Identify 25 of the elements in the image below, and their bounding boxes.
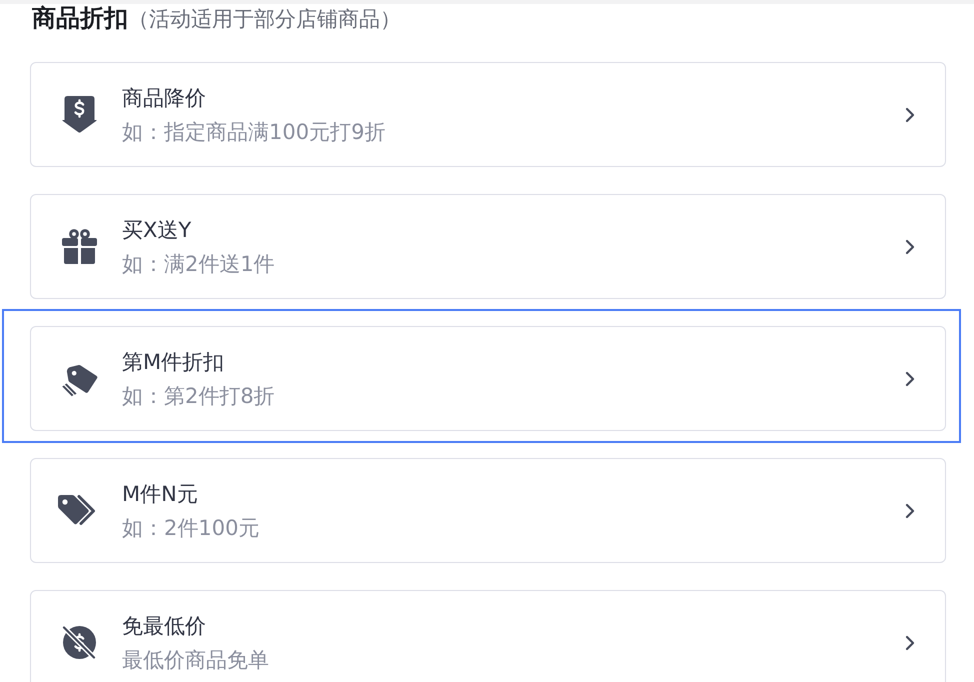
option-title: 第M件折扣	[122, 348, 224, 376]
option-example: 如：2件100元	[122, 514, 260, 542]
option-card[interactable]: 商品降价 如：指定商品满100元打9折	[30, 62, 946, 167]
option-card[interactable]: 第M件折扣 如：第2件打8折	[30, 326, 946, 431]
section-note: （活动适用于部分店铺商品）	[128, 6, 401, 33]
option-card[interactable]: 买X送Y 如：满2件送1件	[30, 194, 946, 299]
option-card[interactable]: M件N元 如：2件100元	[30, 458, 946, 563]
section-title: 商品折扣	[32, 4, 128, 32]
chevron-right-icon	[905, 370, 915, 386]
chevron-right-icon	[905, 106, 915, 122]
option-card[interactable]: 免最低价 最低价商品免单	[30, 590, 946, 682]
chevron-right-icon	[905, 238, 915, 254]
option-example: 最低价商品免单	[122, 646, 269, 674]
option-example: 如：指定商品满100元打9折	[122, 118, 386, 146]
chevron-right-icon	[905, 634, 915, 650]
dollar-down-arrow-icon	[62, 96, 96, 133]
option-title: 商品降价	[122, 84, 206, 112]
option-title: M件N元	[122, 480, 198, 508]
no-dollar-icon	[60, 624, 98, 661]
option-example: 如：第2件打8折	[122, 382, 275, 410]
gift-icon	[62, 229, 96, 264]
option-title: 买X送Y	[122, 216, 192, 244]
option-title: 免最低价	[122, 612, 206, 640]
option-example: 如：满2件送1件	[122, 250, 275, 278]
chevron-right-icon	[905, 502, 915, 518]
